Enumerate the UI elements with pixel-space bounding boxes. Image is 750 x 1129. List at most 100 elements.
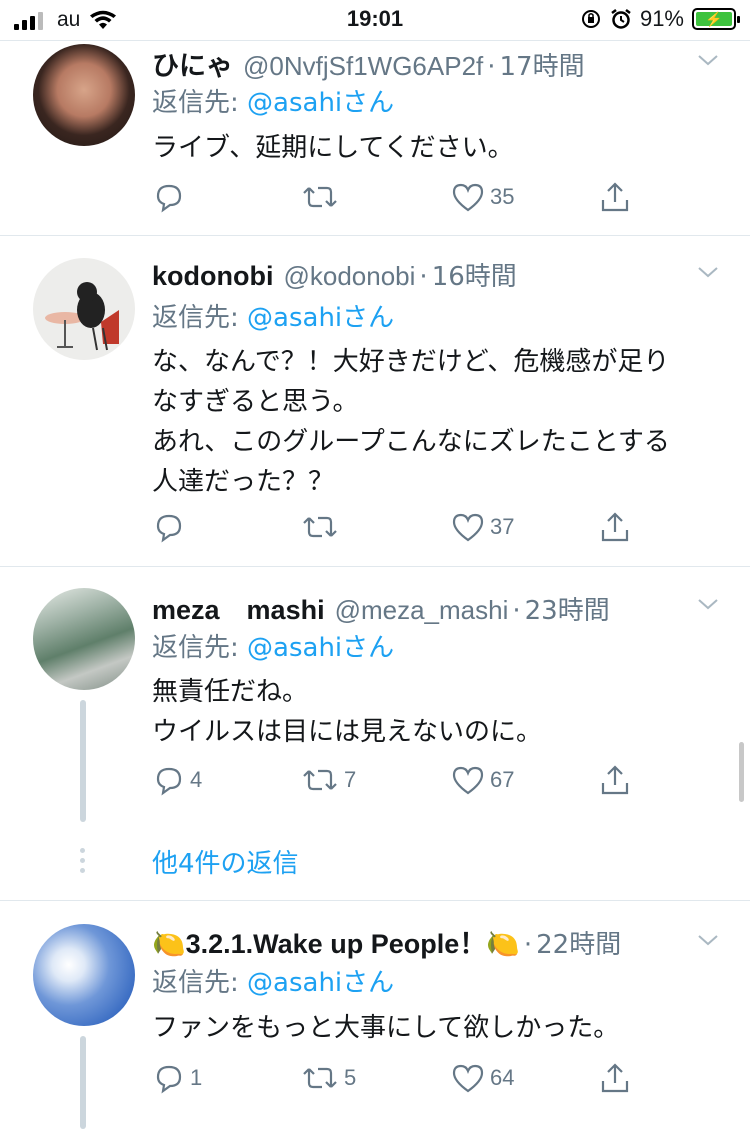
like-button[interactable]: 35 xyxy=(450,180,514,214)
like-button[interactable]: 37 xyxy=(450,510,514,544)
tweet-text-line: 無責任だね。 xyxy=(152,677,309,707)
heart-icon xyxy=(452,513,484,542)
chevron-down-icon[interactable] xyxy=(696,260,720,284)
reply-to: 返信先: @asahiさん xyxy=(152,962,394,999)
like-button[interactable]: 67 xyxy=(450,763,514,797)
retweet-button[interactable]: 7 xyxy=(300,763,356,797)
tweet-actions: 1 5 64 xyxy=(152,1061,652,1101)
like-count: 64 xyxy=(490,1065,515,1090)
tweet-text-line: ファンをもっと大事にして欲しかった。 xyxy=(152,1013,620,1043)
display-name[interactable]: kodonobi xyxy=(152,261,273,292)
tweet-time[interactable]: 16時間 xyxy=(432,256,517,293)
user-handle[interactable]: @meza_mashi xyxy=(335,595,509,626)
tweet-text: 無責任だね。 ウイルスは目には見えないのに。 xyxy=(152,672,720,752)
heart-icon xyxy=(452,1064,484,1093)
display-name[interactable]: meza mashi xyxy=(152,588,325,627)
status-right: 91% ⚡ xyxy=(580,6,740,32)
reply-icon xyxy=(156,1065,182,1094)
show-more-replies-link[interactable]: 他4件の返信 xyxy=(152,843,299,880)
divider xyxy=(0,235,750,236)
tweet-text-line: あれ、このグループこんなにズレたことする xyxy=(152,427,670,457)
reply-button[interactable] xyxy=(152,180,190,214)
share-button[interactable] xyxy=(598,763,632,797)
tweet-text: ファンをもっと大事にして欲しかった。 xyxy=(152,1008,720,1048)
reply-to-label: 返信先: xyxy=(152,88,239,118)
reply-to-label: 返信先: xyxy=(152,633,239,663)
reply-to: 返信先: @asahiさん xyxy=(152,297,394,334)
reply-mention-link[interactable]: @asahiさん xyxy=(247,633,394,663)
reply-to-label: 返信先: xyxy=(152,303,239,333)
tweet-header: meza mashi @meza_mashi · 23時間 xyxy=(152,588,690,627)
tweet-text-line: ライブ、延期にしてください。 xyxy=(152,133,514,163)
user-handle[interactable]: @0NvfjSf1WG6AP2f xyxy=(243,51,483,82)
retweet-button[interactable] xyxy=(300,180,344,214)
tweet-time[interactable]: 23時間 xyxy=(525,590,610,627)
battery-percent: 91% xyxy=(639,6,684,31)
tweet-text-line: なすぎると思う。 xyxy=(152,387,359,417)
retweet-button[interactable] xyxy=(300,510,344,544)
tweet-text-line: な、なんで？！大好きだけど、危機感が足り xyxy=(152,347,670,377)
separator-dot: · xyxy=(487,52,496,82)
user-handle[interactable]: @kodonobi xyxy=(283,261,415,292)
rotation-lock-icon xyxy=(581,10,600,28)
tweet-text-line: ウイルスは目には見えないのに。 xyxy=(152,717,543,747)
divider xyxy=(0,566,750,567)
avatar[interactable] xyxy=(33,258,135,360)
battery-icon: ⚡ xyxy=(692,8,740,30)
scrollbar[interactable] xyxy=(739,742,744,802)
share-button[interactable] xyxy=(598,1061,632,1095)
reply-mention-link[interactable]: @asahiさん xyxy=(247,968,394,998)
separator-dot: · xyxy=(512,596,521,626)
tweet-header: ひにゃ @0NvfjSf1WG6AP2f · 17時間 xyxy=(152,44,690,83)
chevron-down-icon[interactable] xyxy=(696,592,720,616)
avatar[interactable] xyxy=(33,588,135,690)
avatar[interactable] xyxy=(33,44,135,146)
reply-to-label: 返信先: xyxy=(152,968,239,998)
share-icon xyxy=(601,512,629,542)
avatar-illustration xyxy=(45,282,119,351)
reply-count: 1 xyxy=(190,1065,203,1090)
like-count: 67 xyxy=(490,767,515,792)
reply-icon xyxy=(156,514,182,543)
tweet-actions: 4 7 67 xyxy=(152,763,652,803)
share-button[interactable] xyxy=(598,510,632,544)
tweet-time[interactable]: 22時間 xyxy=(536,924,621,961)
thread-line xyxy=(80,700,86,822)
like-button[interactable]: 64 xyxy=(450,1061,514,1095)
chevron-down-icon[interactable] xyxy=(696,48,720,72)
retweet-button[interactable]: 5 xyxy=(300,1061,356,1095)
display-name[interactable]: 🍋3.2.1.Wake up People！🍋 xyxy=(152,922,520,961)
reply-to: 返信先: @asahiさん xyxy=(152,627,394,664)
tweet-text: ライブ、延期にしてください。 xyxy=(152,128,720,168)
share-icon xyxy=(601,1063,629,1093)
tweet-header: kodonobi @kodonobi · 16時間 xyxy=(152,256,690,293)
reply-button[interactable]: 4 xyxy=(152,763,202,797)
status-bar: au 19:01 91% ⚡ xyxy=(0,0,750,40)
separator-dot: · xyxy=(419,262,428,292)
reply-button[interactable] xyxy=(152,510,190,544)
separator-dot: · xyxy=(523,930,533,960)
share-button[interactable] xyxy=(598,180,632,214)
chevron-down-icon[interactable] xyxy=(696,928,720,952)
divider xyxy=(0,40,750,41)
reply-to: 返信先: @asahiさん xyxy=(152,82,394,119)
share-icon xyxy=(601,182,629,212)
heart-icon xyxy=(452,183,484,212)
reply-icon xyxy=(156,184,182,213)
retweet-count: 5 xyxy=(344,1065,357,1090)
tweet-actions: 35 xyxy=(152,180,652,220)
retweet-icon xyxy=(303,769,337,791)
reply-mention-link[interactable]: @asahiさん xyxy=(247,88,394,118)
reply-count: 4 xyxy=(190,767,203,792)
tweet-text: な、なんで？！大好きだけど、危機感が足り なすぎると思う。 あれ、このグループこ… xyxy=(152,342,720,502)
avatar[interactable] xyxy=(33,924,135,1026)
tweet-time[interactable]: 17時間 xyxy=(500,46,585,83)
display-name[interactable]: ひにゃ xyxy=(152,44,233,83)
retweet-icon xyxy=(303,516,337,538)
thread-line xyxy=(80,1036,86,1129)
reply-icon xyxy=(156,767,182,796)
tweet-text-line: 人達だった？？ xyxy=(152,467,335,497)
reply-button[interactable]: 1 xyxy=(152,1061,202,1095)
alarm-icon xyxy=(611,9,631,29)
reply-mention-link[interactable]: @asahiさん xyxy=(247,303,394,333)
